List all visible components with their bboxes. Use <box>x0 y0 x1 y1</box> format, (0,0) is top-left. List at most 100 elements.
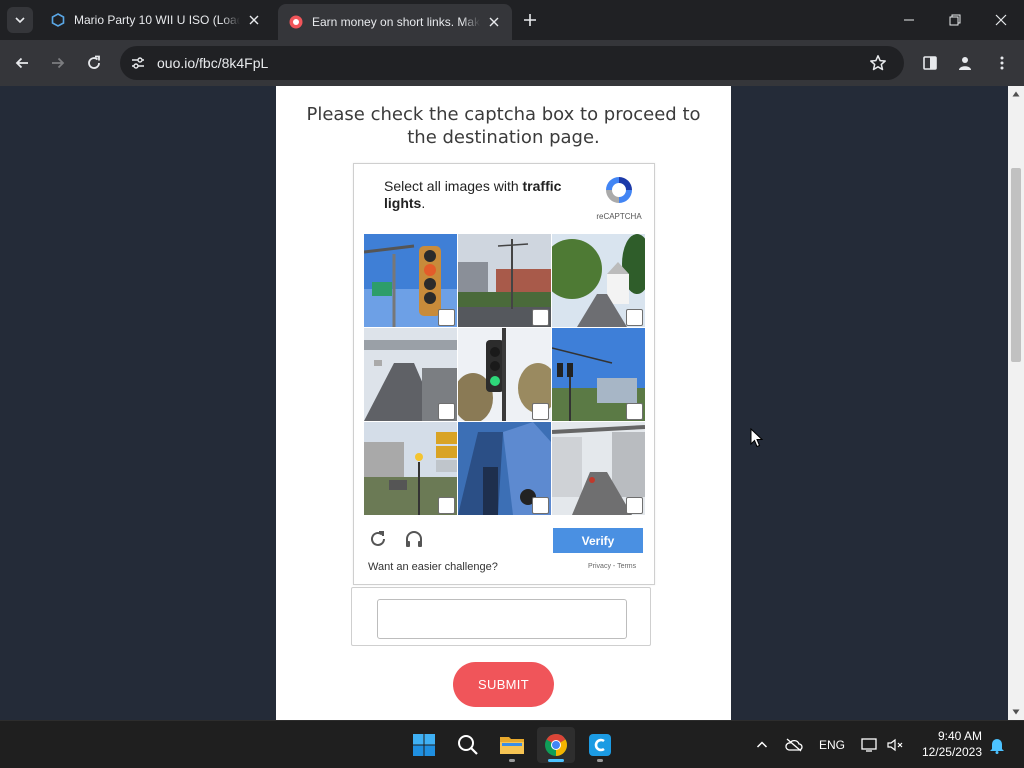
minimize-button[interactable] <box>886 0 932 40</box>
side-panel-icon <box>923 56 937 70</box>
input-language[interactable]: ENG <box>819 738 845 752</box>
tab-search-button[interactable] <box>7 7 33 33</box>
tile-checkbox[interactable] <box>532 497 549 514</box>
tile-checkbox[interactable] <box>438 309 455 326</box>
tile-checkbox[interactable] <box>626 309 643 326</box>
terms-link[interactable]: Terms <box>617 563 636 570</box>
notification-bell-icon[interactable] <box>987 735 1007 755</box>
tab-earn-money[interactable]: Earn money on short links. Mak <box>278 4 512 40</box>
site-settings-icon[interactable] <box>128 53 148 73</box>
address-bar[interactable]: ouo.io/fbc/8k4FpL <box>120 46 904 80</box>
recaptcha-brand: reCAPTCHA <box>596 212 642 221</box>
browser-toolbar: ouo.io/fbc/8k4FpL <box>0 40 1024 86</box>
bookmark-star-icon[interactable] <box>868 53 888 73</box>
tab-title: Earn money on short links. Mak <box>312 15 480 29</box>
answer-input[interactable] <box>377 599 627 639</box>
url-text: ouo.io/fbc/8k4FpL <box>157 55 269 71</box>
scroll-down-arrow-icon[interactable] <box>1008 704 1024 720</box>
recaptcha-logo-icon <box>606 177 632 203</box>
new-tab-button[interactable] <box>518 8 542 32</box>
show-hidden-icons-chevron-icon[interactable] <box>752 735 772 755</box>
menu-button[interactable] <box>988 49 1016 77</box>
captcha-footer-controls <box>366 527 426 551</box>
arrow-right-icon <box>52 57 65 69</box>
forward-button[interactable] <box>44 49 72 77</box>
chrome-taskbar-button[interactable] <box>537 727 575 763</box>
captcha-tile[interactable] <box>552 234 645 327</box>
page-viewport: Please check the captcha box to proceed … <box>0 86 1008 720</box>
more-vertical-icon <box>1000 56 1004 70</box>
privacy-link[interactable]: Privacy <box>588 563 611 570</box>
search-button[interactable] <box>449 727 487 763</box>
clock-time: 9:40 AM <box>937 729 982 743</box>
network-icon[interactable] <box>860 735 880 755</box>
scroll-thumb[interactable] <box>1011 168 1021 362</box>
profile-button[interactable] <box>951 49 979 77</box>
submit-button[interactable]: SUBMIT <box>453 662 554 707</box>
close-window-button[interactable] <box>978 0 1024 40</box>
easier-challenge-link[interactable]: Want an easier challenge? <box>368 561 498 573</box>
recaptcha-logo: reCAPTCHA <box>594 174 644 221</box>
captcha-instruction: Select all images with traffic lights. <box>384 178 574 212</box>
windows-logo-icon <box>413 734 435 756</box>
audio-challenge-headphones-icon[interactable] <box>402 527 426 551</box>
start-button[interactable] <box>405 727 443 763</box>
captcha-tile[interactable] <box>364 328 457 421</box>
recaptcha-challenge: Select all images with traffic lights. r… <box>353 163 655 585</box>
hexagon-favicon-icon <box>50 12 66 28</box>
chrome-logo-icon <box>545 734 567 756</box>
chevron-down-icon <box>15 17 25 24</box>
page-heading: Please check the captcha box to proceed … <box>306 104 701 148</box>
scroll-up-arrow-icon[interactable] <box>1008 86 1024 102</box>
captcha-tile[interactable] <box>552 328 645 421</box>
reload-challenge-icon[interactable] <box>366 527 390 551</box>
captcha-tile[interactable] <box>458 422 551 515</box>
image-grid <box>364 234 645 515</box>
captcha-instruction-prefix: Select all images with <box>384 178 523 194</box>
side-panel-button[interactable] <box>916 49 944 77</box>
captcha-tile[interactable] <box>364 422 457 515</box>
windows-taskbar: ENG 9:40 AM 12/25/2023 <box>0 720 1024 768</box>
onedrive-offline-icon[interactable] <box>784 735 804 755</box>
tile-checkbox[interactable] <box>532 403 549 420</box>
tab-mario-party[interactable]: Mario Party 10 WII U ISO (Load <box>40 4 272 36</box>
restore-button[interactable] <box>932 0 978 40</box>
captcha-tile[interactable] <box>458 328 551 421</box>
tile-checkbox[interactable] <box>626 403 643 420</box>
plus-icon <box>524 14 536 26</box>
system-clock[interactable]: 9:40 AM 12/25/2023 <box>912 728 982 760</box>
tab-strip: Mario Party 10 WII U ISO (Load Earn mone… <box>0 0 1024 40</box>
captcha-tile[interactable] <box>364 234 457 327</box>
c-app-taskbar-button[interactable] <box>581 727 619 763</box>
arrow-left-icon <box>15 57 28 69</box>
verify-button[interactable]: Verify <box>553 528 643 553</box>
close-icon <box>995 14 1007 26</box>
tile-checkbox[interactable] <box>438 403 455 420</box>
running-indicator <box>509 759 515 762</box>
page-scrollbar[interactable] <box>1008 86 1024 720</box>
main-content: Please check the captcha box to proceed … <box>276 86 731 720</box>
volume-muted-icon[interactable] <box>885 735 905 755</box>
tile-checkbox[interactable] <box>626 497 643 514</box>
tile-checkbox[interactable] <box>438 497 455 514</box>
tile-checkbox[interactable] <box>532 309 549 326</box>
running-indicator <box>597 759 603 762</box>
back-button[interactable] <box>8 49 36 77</box>
profile-icon <box>959 57 971 70</box>
captcha-tile[interactable] <box>552 422 645 515</box>
tab-title: Mario Party 10 WII U ISO (Load <box>74 13 240 27</box>
active-indicator <box>548 759 564 762</box>
captcha-instruction-suffix: . <box>421 195 426 211</box>
reload-icon <box>88 55 100 69</box>
search-icon <box>458 735 478 755</box>
ouo-favicon-icon <box>288 14 304 30</box>
clock-date: 12/25/2023 <box>921 745 982 759</box>
answer-input-container <box>351 587 651 646</box>
file-explorer-button[interactable] <box>493 727 531 763</box>
close-tab-icon[interactable] <box>246 12 262 28</box>
minimize-icon <box>904 19 914 21</box>
captcha-tile[interactable] <box>458 234 551 327</box>
restore-icon <box>949 14 961 26</box>
reload-button[interactable] <box>80 49 108 77</box>
close-tab-icon[interactable] <box>486 14 502 30</box>
